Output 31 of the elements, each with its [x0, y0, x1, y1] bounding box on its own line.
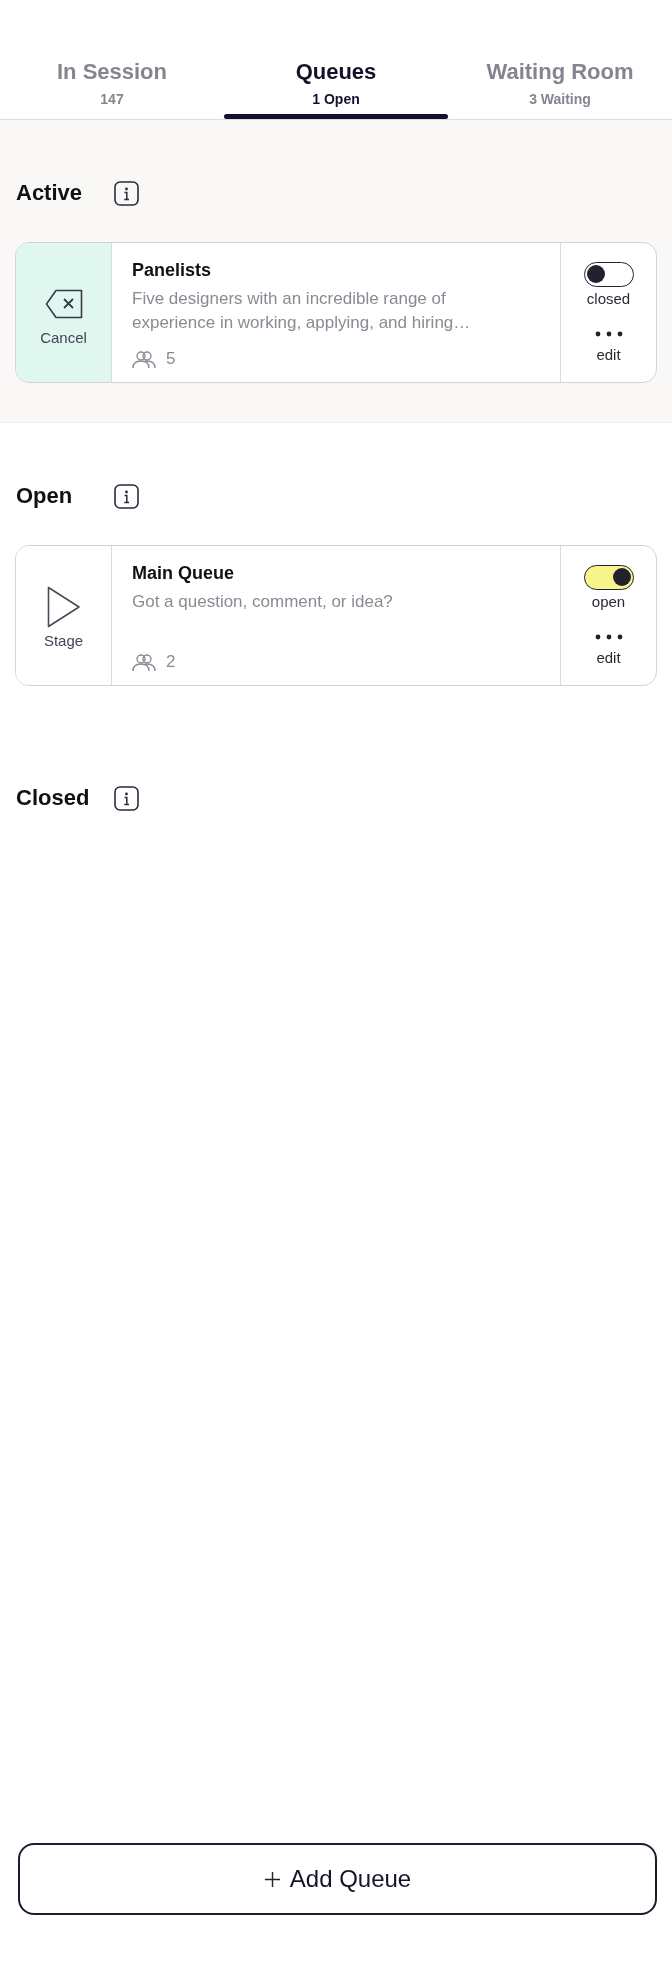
edit-button[interactable]: edit	[594, 634, 623, 667]
add-queue-button[interactable]: Add Queue	[18, 1843, 657, 1915]
cancel-button[interactable]: Cancel	[16, 243, 112, 382]
more-icon	[594, 331, 623, 337]
info-icon[interactable]	[114, 785, 139, 811]
toggle-switch[interactable]	[583, 565, 634, 590]
queue-title: Panelists	[132, 259, 213, 281]
plus-icon	[263, 1870, 281, 1888]
info-icon[interactable]	[114, 483, 139, 509]
queue-description: Got a question, comment, or idea?	[132, 591, 394, 613]
tab[interactable]: In Session 147	[0, 0, 224, 119]
edit-button[interactable]: edit	[594, 331, 623, 364]
section-title: Closed	[16, 784, 91, 812]
info-icon[interactable]	[114, 180, 139, 206]
more-icon	[594, 634, 623, 640]
member-count: 5	[166, 349, 176, 369]
play-icon	[46, 586, 81, 628]
people-icon	[132, 349, 156, 369]
people-icon	[132, 652, 156, 672]
section-title: Open	[16, 482, 74, 510]
toggle-switch[interactable]	[583, 262, 634, 287]
queue-title: Main Queue	[132, 562, 235, 584]
queue-description: Five designers with an incredible range of experience in working, applying, and hiring…	[132, 288, 472, 334]
status-label: open	[591, 593, 626, 611]
member-count: 2	[166, 652, 176, 672]
tab[interactable]: Waiting Room 3 Waiting	[448, 0, 672, 119]
status-label: closed	[586, 290, 631, 308]
tab[interactable]: Queues 1 Open	[224, 0, 448, 119]
section-title: Active	[16, 179, 84, 207]
delete-icon	[44, 289, 83, 319]
stage-button[interactable]: Stage	[16, 546, 112, 685]
